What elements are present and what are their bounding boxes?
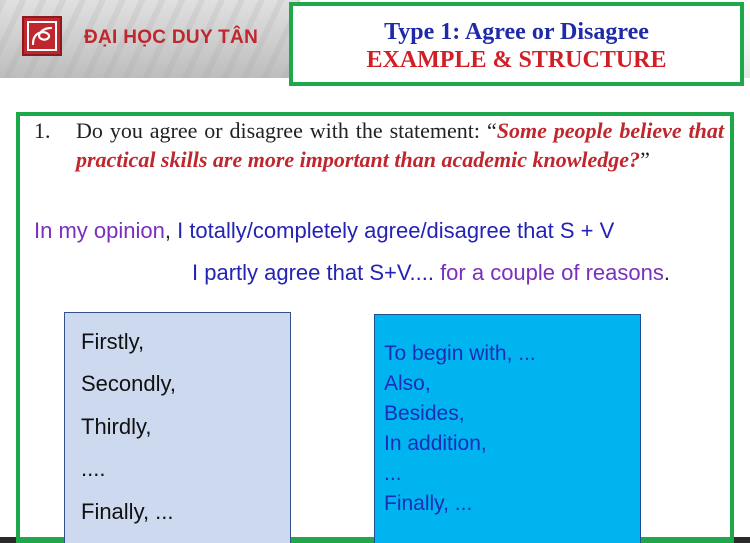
connector-item: Firstly,	[81, 329, 145, 354]
connector-item: Finally, ...	[81, 499, 174, 524]
opinion-intro: In my opinion	[34, 218, 165, 243]
connector-item: ...	[384, 462, 402, 485]
connector-item: Secondly,	[81, 371, 176, 396]
connector-item: ....	[81, 456, 106, 481]
connector-item: Finally, ...	[384, 492, 473, 515]
question-text: Do you agree or disagree with the statem…	[76, 116, 724, 174]
connector-item: In addition,	[384, 432, 487, 455]
partly-period: .	[663, 260, 670, 285]
question-suffix: ”	[640, 147, 650, 172]
slide-subtitle: EXAMPLE & STRUCTURE	[366, 47, 667, 73]
reasons-phrase: for a couple of reasons	[440, 260, 664, 285]
partly-statement: I partly agree that S+V....	[192, 260, 441, 285]
opinion-sentence: In my opinion, I totally/completely agre…	[34, 216, 614, 246]
connector-item: Thirdly,	[81, 414, 152, 439]
question-prefix: Do you agree or disagree with the statem…	[76, 118, 497, 143]
ordinal-connectors-box: Firstly, Secondly, Thirdly, .... Finally…	[64, 312, 291, 543]
opinion-statement: I totally/completely agree/disagree that…	[170, 218, 615, 243]
partly-agree-sentence: I partly agree that S+V.... for a couple…	[192, 258, 670, 288]
connector-item: Besides,	[384, 402, 465, 425]
slide-title: Type 1: Agree or Disagree	[384, 19, 649, 45]
title-box: Type 1: Agree or Disagree EXAMPLE & STRU…	[289, 2, 744, 86]
additive-connectors-box: To begin with, ... Also, Besides, In add…	[374, 314, 641, 543]
university-logo-icon	[22, 16, 62, 56]
connector-item: To begin with, ...	[384, 342, 536, 365]
question-number: 1.	[34, 118, 51, 143]
university-name: ĐẠI HỌC DUY TÂN	[84, 27, 259, 48]
question-block: 1. Do you agree or disagree with the sta…	[34, 116, 724, 174]
connector-item: Also,	[384, 372, 431, 395]
